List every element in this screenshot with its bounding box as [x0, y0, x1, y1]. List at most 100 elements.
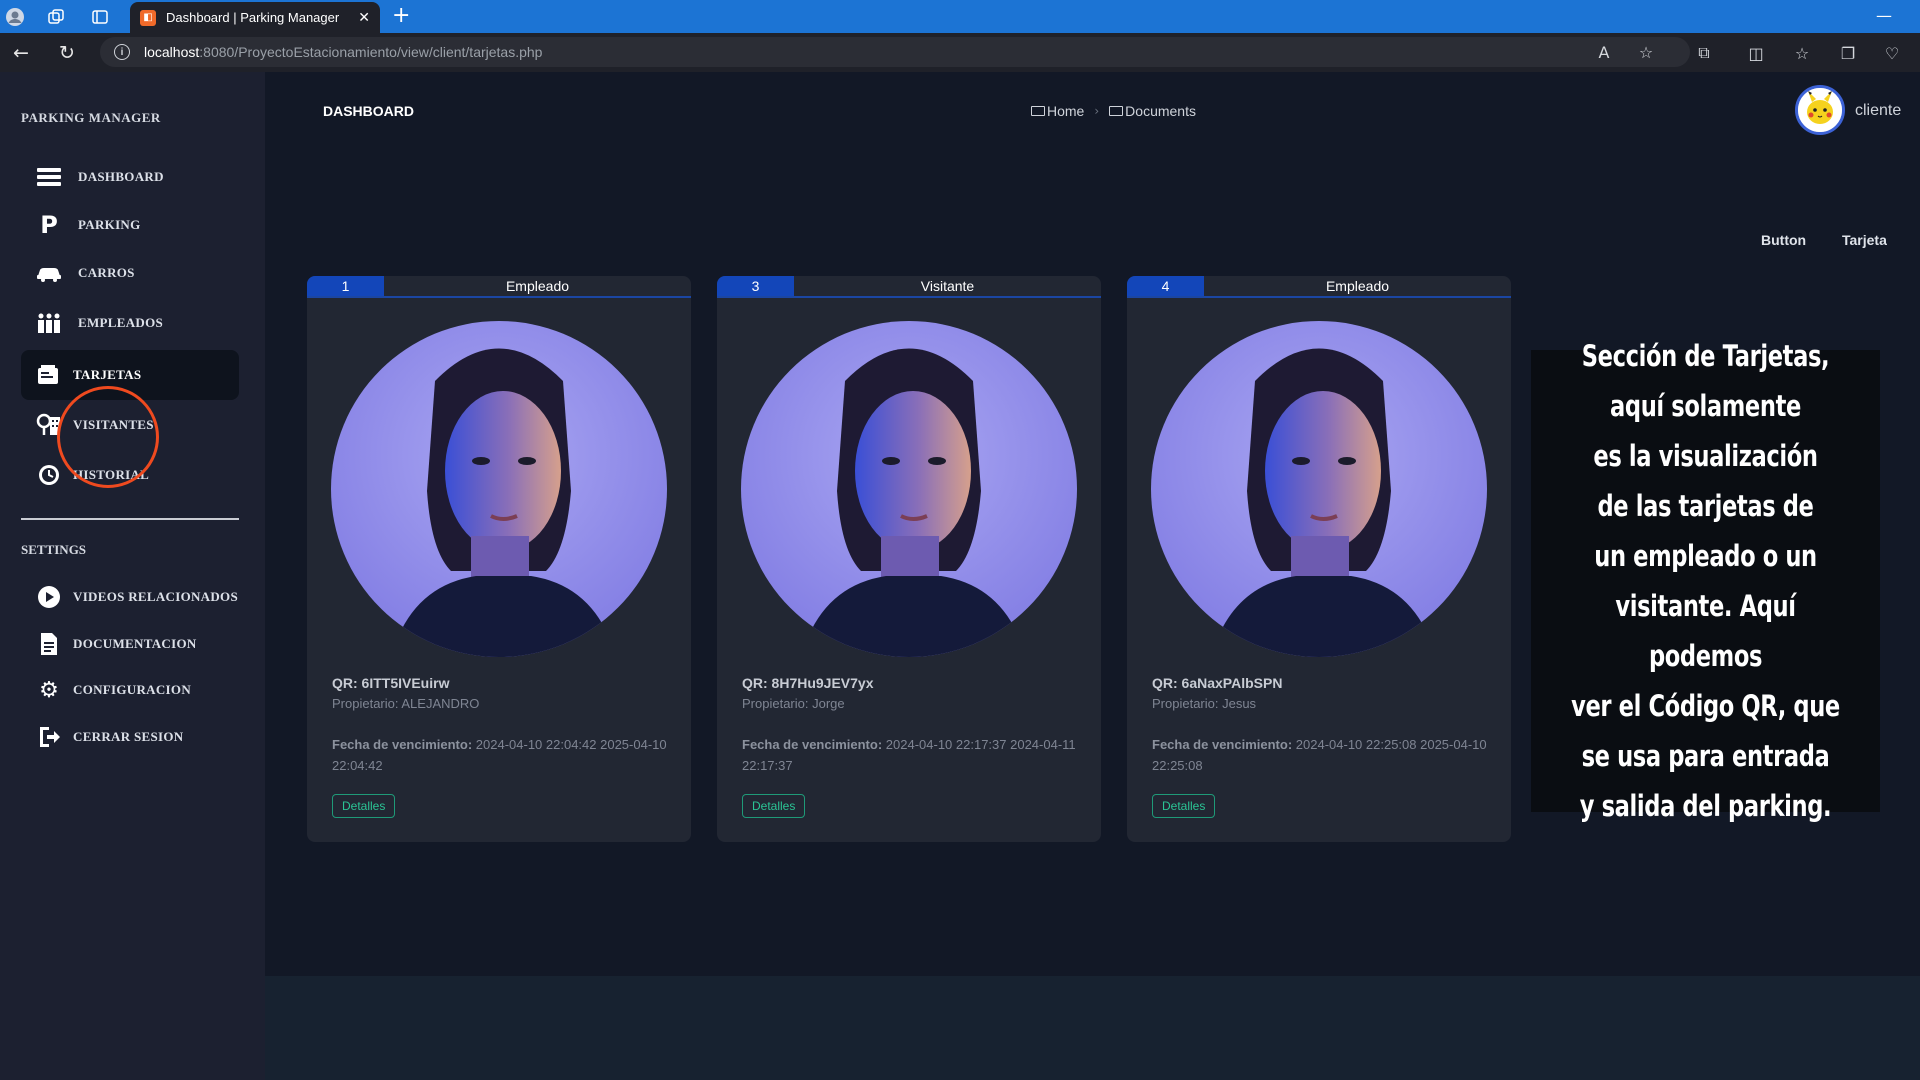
- details-button[interactable]: Detalles: [742, 794, 806, 818]
- expiration-label: Fecha de vencimiento:: [332, 737, 473, 752]
- card-expiration: Fecha de vencimiento: 2024-04-10 22:04:4…: [332, 734, 672, 776]
- breadcrumb: Home › Documents: [1031, 103, 1196, 119]
- card-header: 3 Visitante: [717, 276, 1101, 298]
- card-qr: QR: 8H7Hu9JEV7yx: [742, 675, 874, 691]
- breadcrumb-documents[interactable]: Documents: [1109, 103, 1196, 119]
- browser-titlebar: ◧ Dashboard | Parking Manager ✕ + —: [0, 0, 1920, 33]
- performance-icon[interactable]: ♡: [1880, 41, 1904, 65]
- profile-icon[interactable]: [3, 5, 27, 29]
- url-path: :8080/ProyectoEstacionamiento/view/clien…: [199, 44, 543, 60]
- menu-icon: [35, 163, 63, 191]
- favorites-icon[interactable]: ☆: [1790, 41, 1814, 65]
- sidebar-item-configuracion[interactable]: ⚙ CONFIGURACION: [21, 665, 239, 715]
- card-expiration: Fecha de vencimiento: 2024-04-10 22:25:0…: [1152, 734, 1492, 776]
- expiration-label: Fecha de vencimiento:: [1152, 737, 1293, 752]
- card-owner: Propietario: Jorge: [742, 696, 845, 711]
- annotation-overlay: Sección de Tarjetas, aquí solamente es l…: [1531, 339, 1880, 823]
- car-icon: [35, 259, 63, 287]
- card-owner: Propietario: ALEJANDRO: [332, 696, 480, 711]
- sidebar-item-label: CERRAR SESION: [73, 729, 184, 744]
- favorite-star-icon[interactable]: ☆: [1634, 40, 1658, 64]
- details-button[interactable]: Detalles: [332, 794, 396, 818]
- url-field[interactable]: i localhost:8080/ProyectoEstacionamiento…: [100, 37, 1690, 67]
- card-type: Empleado: [1325, 278, 1390, 294]
- card-id: 3: [717, 276, 794, 296]
- back-icon[interactable]: ←: [8, 40, 34, 66]
- card-expiration: Fecha de vencimiento: 2024-04-10 22:17:3…: [742, 734, 1082, 776]
- profile-photo: [741, 321, 1077, 657]
- collections-icon[interactable]: ❐: [1836, 41, 1860, 65]
- minimize-icon[interactable]: —: [1876, 6, 1892, 25]
- card-owner: Propietario: Jesus: [1152, 696, 1257, 711]
- sidebar-item-carros[interactable]: CARROS: [21, 248, 239, 298]
- button-link[interactable]: Button: [1761, 232, 1806, 248]
- sidebar-item-dashboard[interactable]: DASHBOARD: [21, 152, 239, 202]
- details-button[interactable]: Detalles: [1152, 794, 1216, 818]
- browser-tab-active[interactable]: ◧ Dashboard | Parking Manager ✕: [130, 2, 380, 33]
- refresh-icon[interactable]: ↻: [54, 40, 80, 66]
- people-icon: [35, 309, 63, 337]
- tab-title: Dashboard | Parking Manager: [166, 10, 340, 25]
- card-header: 1 Empleado: [307, 276, 691, 298]
- sidebar-item-label: PARKING: [78, 217, 141, 232]
- breadcrumb-label: Documents: [1125, 103, 1196, 119]
- sidebar-item-videos[interactable]: VIDEOS RELACIONADOS: [21, 572, 239, 622]
- new-tab-icon[interactable]: +: [392, 3, 410, 28]
- extensions-icon[interactable]: ⧉: [1692, 41, 1716, 65]
- card-qr: QR: 6ITT5IVEuirw: [332, 675, 450, 691]
- card-type: Visitante: [920, 278, 975, 294]
- sidebar-item-documentacion[interactable]: DOCUMENTACION: [21, 619, 239, 669]
- sidebar-item-parking[interactable]: P PARKING: [21, 200, 239, 250]
- breadcrumb-home[interactable]: Home: [1031, 103, 1084, 119]
- url-host: localhost: [144, 44, 200, 60]
- user-name[interactable]: cliente: [1855, 102, 1901, 120]
- settings-title: SETTINGS: [21, 542, 87, 557]
- breadcrumb-separator-icon: ›: [1094, 104, 1100, 118]
- split-screen-icon[interactable]: ◫: [1744, 41, 1768, 65]
- breadcrumb-label: Home: [1047, 103, 1085, 119]
- tab-favicon-icon: ◧: [140, 9, 156, 26]
- profile-photo: [331, 321, 667, 657]
- document-icon: [35, 630, 63, 658]
- sidebar-item-cerrar-sesion[interactable]: CERRAR SESION: [21, 712, 239, 762]
- address-bar: ← ↻ i localhost:8080/ProyectoEstacionami…: [0, 33, 1920, 72]
- workspaces-icon[interactable]: [44, 5, 68, 29]
- site-info-icon[interactable]: i: [114, 44, 130, 60]
- card-header: 4 Empleado: [1127, 276, 1511, 298]
- sidebar-item-label: CONFIGURACION: [73, 682, 192, 697]
- sidebar-divider: [21, 518, 239, 520]
- logout-icon: [35, 723, 63, 751]
- avatar[interactable]: [1795, 85, 1845, 135]
- profile-photo: [1151, 321, 1487, 657]
- sidebar-item-label: EMPLEADOS: [78, 315, 164, 330]
- card-qr: QR: 6aNaxPAlbSPN: [1152, 675, 1283, 691]
- folder-icon: [1109, 106, 1124, 116]
- parking-card: 1 Empleado QR: 6ITT5IVEuirw Propietario:…: [307, 276, 691, 842]
- parking-card: 3 Visitante QR: 8H7Hu9JEV7yx Propietario…: [717, 276, 1101, 842]
- sidebar-item-label: DOCUMENTACION: [73, 636, 197, 651]
- brand-title: PARKING MANAGER: [21, 110, 161, 125]
- expiration-label: Fecha de vencimiento:: [742, 737, 883, 752]
- sidebar-item-empleados[interactable]: EMPLEADOS: [21, 298, 239, 348]
- card-icon: [35, 361, 63, 389]
- highlight-circle-annotation: [57, 386, 159, 488]
- play-icon: [35, 583, 63, 611]
- tarjeta-link[interactable]: Tarjeta: [1842, 232, 1887, 248]
- sidebar: PARKING MANAGER DASHBOARD P PARKING CARR…: [0, 72, 265, 1080]
- parking-card: 4 Empleado QR: 6aNaxPAlbSPN Propietario:…: [1127, 276, 1511, 842]
- history-icon: [35, 461, 63, 489]
- folder-icon: [1031, 106, 1045, 116]
- sidebar-item-label: VIDEOS RELACIONADOS: [73, 589, 238, 604]
- tab-actions-icon[interactable]: [88, 5, 112, 29]
- annotation-text: Sección de Tarjetas, aquí solamente es l…: [1571, 339, 1840, 823]
- gear-icon: ⚙: [39, 677, 59, 703]
- card-type: Empleado: [505, 278, 570, 294]
- sidebar-item-label: CARROS: [78, 265, 135, 280]
- card-id: 4: [1127, 276, 1204, 296]
- read-aloud-icon[interactable]: A: [1592, 40, 1616, 64]
- sidebar-item-label: DASHBOARD: [78, 169, 164, 184]
- sidebar-item-label: TARJETAS: [73, 367, 142, 382]
- card-id: 1: [307, 276, 384, 296]
- parking-icon: P: [40, 211, 58, 239]
- tab-close-icon[interactable]: ✕: [358, 9, 370, 26]
